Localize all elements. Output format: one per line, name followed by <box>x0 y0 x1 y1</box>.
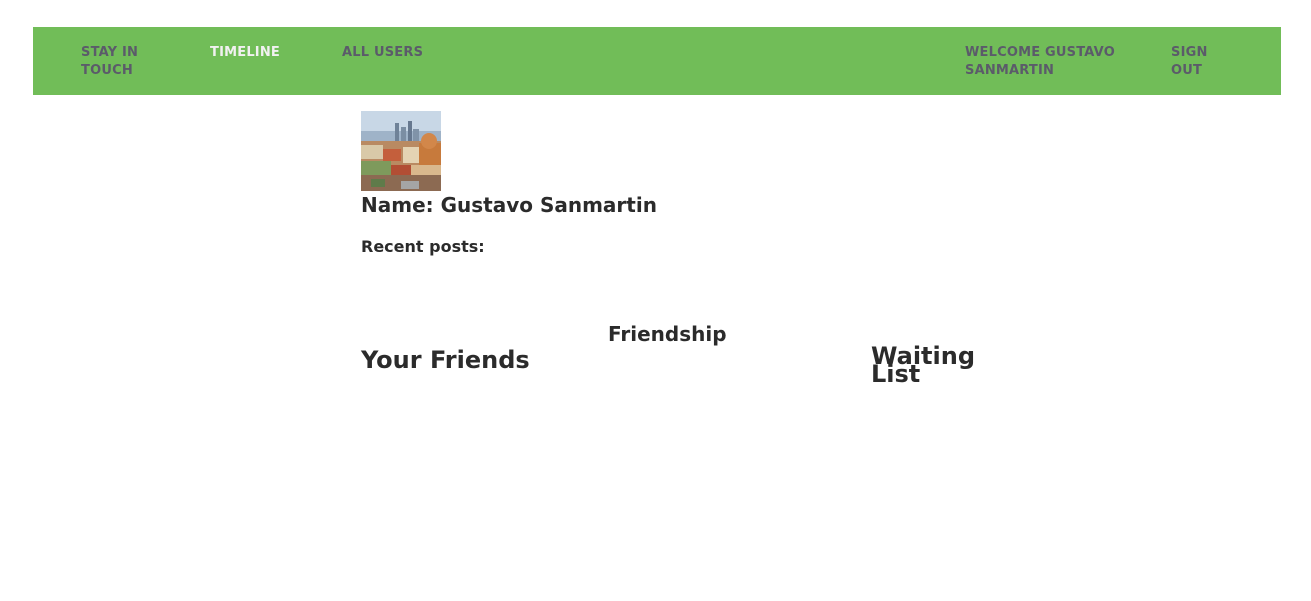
brand-link[interactable]: STAY IN TOUCH <box>81 44 171 80</box>
nav-all-users-link[interactable]: ALL USERS <box>342 44 423 62</box>
sign-out-link[interactable]: SIGN OUT <box>1171 44 1231 80</box>
your-friends-heading: Your Friends <box>361 346 530 374</box>
recent-posts-heading: Recent posts: <box>361 237 485 256</box>
waiting-list-heading: Waiting List <box>871 342 976 388</box>
nav-timeline-link[interactable]: TIMELINE <box>210 44 280 62</box>
top-navbar: STAY IN TOUCH TIMELINE ALL USERS WELCOME… <box>33 27 1281 95</box>
friendship-heading: Friendship <box>608 322 727 346</box>
profile-avatar-image <box>361 111 441 191</box>
welcome-text: WELCOME GUSTAVO SANMARTIN <box>965 45 1115 78</box>
profile-name: Name: Gustavo Sanmartin <box>361 193 657 217</box>
